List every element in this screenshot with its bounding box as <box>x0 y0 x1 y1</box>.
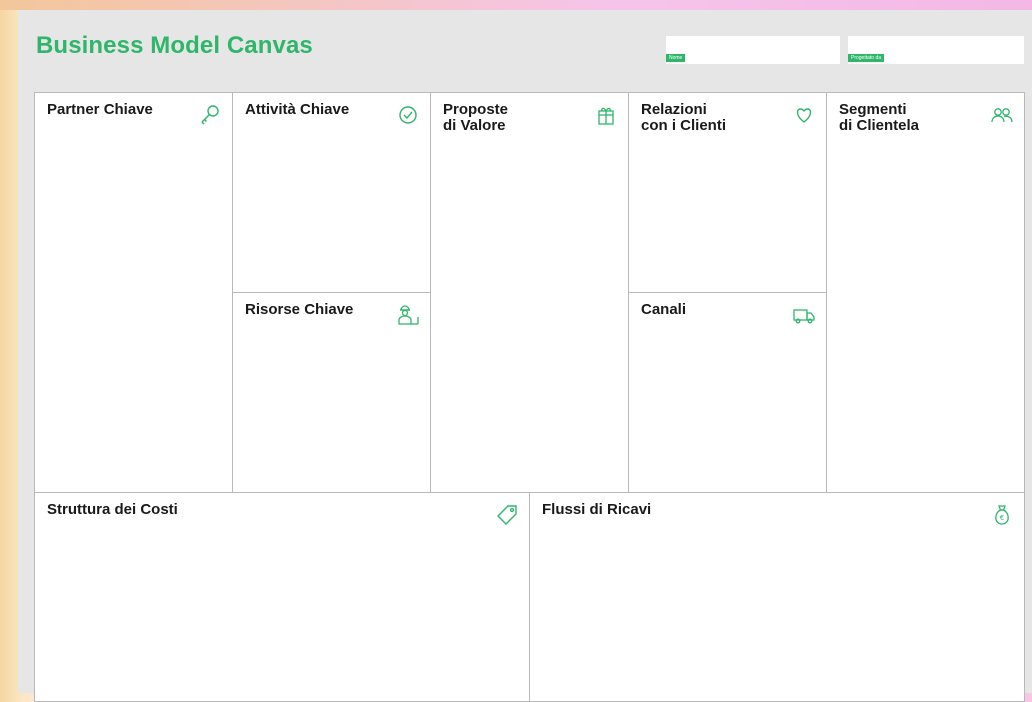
canvas-sheet: Business Model Canvas Nome Progettato da… <box>18 10 1032 702</box>
money-bag-icon: € <box>990 503 1014 527</box>
block-label: Attività Chiave <box>245 101 350 118</box>
top-decorative-strip <box>0 0 1032 10</box>
block-label: Risorse Chiave <box>245 301 354 318</box>
name-field-label: Nome <box>666 54 686 62</box>
block-label: Partner Chiave <box>47 101 153 118</box>
designed-by-field[interactable]: Progettato da <box>848 36 1024 64</box>
svg-text:€: € <box>1000 514 1004 522</box>
truck-icon <box>792 303 816 327</box>
block-label: Flussi di Ricavi <box>542 501 652 518</box>
gift-icon <box>594 103 618 127</box>
check-circle-icon <box>396 103 420 127</box>
designed-by-field-label: Progettato da <box>848 54 885 62</box>
page-title: Business Model Canvas <box>36 32 313 59</box>
block-key-partners[interactable]: Partner Chiave <box>34 92 233 493</box>
block-key-resources[interactable]: Risorse Chiave <box>232 292 431 493</box>
block-revenue-streams[interactable]: Flussi di Ricavi € <box>529 492 1025 702</box>
block-label: Canali <box>641 301 687 318</box>
block-customer-relationships[interactable]: Relazioni con i Clienti <box>628 92 827 293</box>
block-value-propositions[interactable]: Proposte di Valore <box>430 92 629 493</box>
block-cost-structure[interactable]: Struttura dei Costi <box>34 492 530 702</box>
key-icon <box>198 103 222 127</box>
block-label: Struttura dei Costi <box>47 501 178 518</box>
block-label: Proposte di Valore <box>443 101 509 134</box>
people-icon <box>990 103 1014 127</box>
tag-icon <box>495 503 519 527</box>
block-customer-segments[interactable]: Segmenti di Clientela <box>826 92 1025 493</box>
block-label: Segmenti di Clientela <box>839 101 920 134</box>
block-channels[interactable]: Canali <box>628 292 827 493</box>
name-field[interactable]: Nome <box>666 36 840 64</box>
worker-icon <box>396 303 420 327</box>
block-key-activities[interactable]: Attività Chiave <box>232 92 431 293</box>
heart-icon <box>792 103 816 127</box>
block-label: Relazioni con i Clienti <box>641 101 727 134</box>
